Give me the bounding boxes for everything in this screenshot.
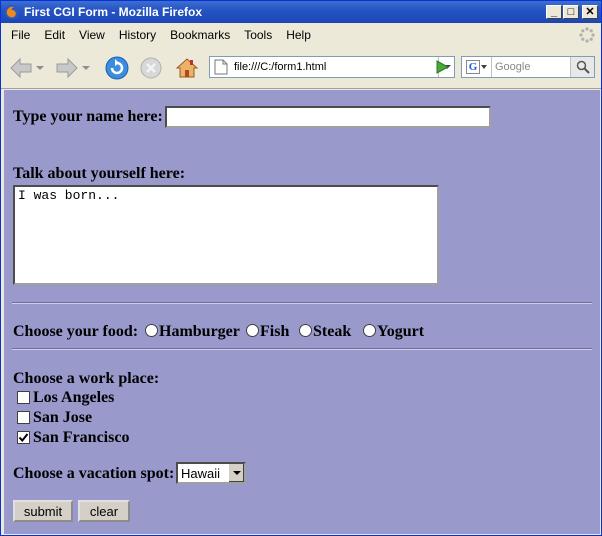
divider (12, 348, 592, 350)
chevron-down-icon (232, 470, 241, 475)
window-title: First CGI Form - Mozilla Firefox (24, 5, 203, 19)
food-radio-hamburger[interactable] (145, 324, 158, 337)
forward-button[interactable] (53, 54, 81, 82)
forward-history-dropdown[interactable] (79, 54, 93, 82)
page-content: Type your name here: Talk about yourself… (4, 90, 600, 534)
work-label: Choose a work place: (13, 370, 160, 387)
close-button[interactable]: ✕ (582, 5, 598, 19)
work-checkbox-san-jose[interactable] (17, 411, 30, 424)
food-label: Choose your food: (13, 323, 139, 340)
chevron-down-icon (82, 66, 90, 70)
divider (12, 302, 592, 304)
stop-icon (140, 57, 162, 79)
menu-bookmarks[interactable]: Bookmarks (163, 28, 237, 42)
url-text[interactable]: file:///C:/form1.html (234, 61, 438, 73)
food-option-label: Hamburger (159, 323, 240, 340)
food-option-hamburger[interactable]: Hamburger (145, 323, 240, 341)
name-input[interactable] (165, 106, 491, 128)
throbber-icon (579, 27, 595, 43)
menu-file[interactable]: File (1, 28, 37, 42)
menu-history[interactable]: History (112, 28, 163, 42)
home-icon (175, 58, 199, 78)
food-radio-yogurt[interactable] (363, 324, 376, 337)
menu-view[interactable]: View (72, 28, 112, 42)
chevron-down-icon (481, 64, 487, 69)
google-icon: G (466, 60, 480, 74)
food-option-label: Yogurt (377, 323, 425, 340)
food-radio-fish[interactable] (246, 324, 259, 337)
go-arrow-icon (436, 60, 449, 74)
menu-help[interactable]: Help (279, 28, 318, 42)
vacation-select[interactable]: Hawaii (176, 462, 246, 484)
minimize-button[interactable]: _ (546, 5, 562, 19)
work-option-label: Los Angeles (33, 389, 115, 406)
work-checkbox-los-angeles[interactable] (17, 391, 30, 404)
firefox-icon (5, 5, 19, 19)
go-button[interactable] (431, 57, 453, 77)
menu-bar: File Edit View History Bookmarks Tools H… (1, 24, 601, 46)
search-bar[interactable]: G (461, 56, 595, 78)
vacation-label: Choose a vacation spot: (13, 465, 175, 482)
food-option-label: Steak (313, 323, 352, 340)
address-bar[interactable]: file:///C:/form1.html (209, 56, 455, 78)
work-checkbox-san-francisco[interactable] (17, 431, 30, 444)
page-icon (214, 59, 228, 75)
about-label: Talk about yourself here: (13, 165, 186, 182)
chevron-down-icon (36, 66, 44, 70)
browser-window: First CGI Form - Mozilla Firefox _ □ ✕ F… (0, 0, 602, 536)
name-label: Type your name here: (13, 108, 163, 125)
checkmark-icon (18, 433, 29, 443)
food-option-yogurt[interactable]: Yogurt (363, 323, 424, 341)
menu-tools[interactable]: Tools (237, 28, 279, 42)
search-button[interactable] (570, 57, 594, 77)
stop-button[interactable] (137, 54, 165, 82)
food-option-label: Fish (260, 323, 290, 340)
forward-arrow-icon (56, 57, 78, 79)
food-option-fish[interactable]: Fish (246, 323, 289, 341)
food-option-steak[interactable]: Steak (299, 323, 351, 341)
search-engine-selector[interactable]: G (462, 57, 492, 77)
select-dropdown-button[interactable] (228, 464, 244, 482)
reload-button[interactable] (103, 54, 131, 82)
menu-edit[interactable]: Edit (37, 28, 72, 42)
submit-button[interactable]: submit (13, 500, 73, 522)
back-arrow-icon (10, 57, 32, 79)
home-button[interactable] (173, 54, 201, 82)
about-textarea[interactable]: I was born... (13, 185, 439, 285)
title-bar[interactable]: First CGI Form - Mozilla Firefox _ □ ✕ (1, 1, 601, 23)
back-button[interactable] (7, 54, 35, 82)
search-icon (576, 60, 590, 74)
work-option-label: San Francisco (33, 429, 130, 446)
food-radio-steak[interactable] (299, 324, 312, 337)
work-option-label: San Jose (33, 409, 93, 426)
reload-icon (105, 56, 129, 80)
clear-button[interactable]: clear (78, 500, 130, 522)
search-input[interactable] (492, 61, 570, 73)
navigation-toolbar: file:///C:/form1.html G (1, 47, 601, 89)
vacation-selected-value: Hawaii (181, 465, 221, 481)
maximize-button[interactable]: □ (563, 5, 579, 19)
back-history-dropdown[interactable] (33, 54, 47, 82)
